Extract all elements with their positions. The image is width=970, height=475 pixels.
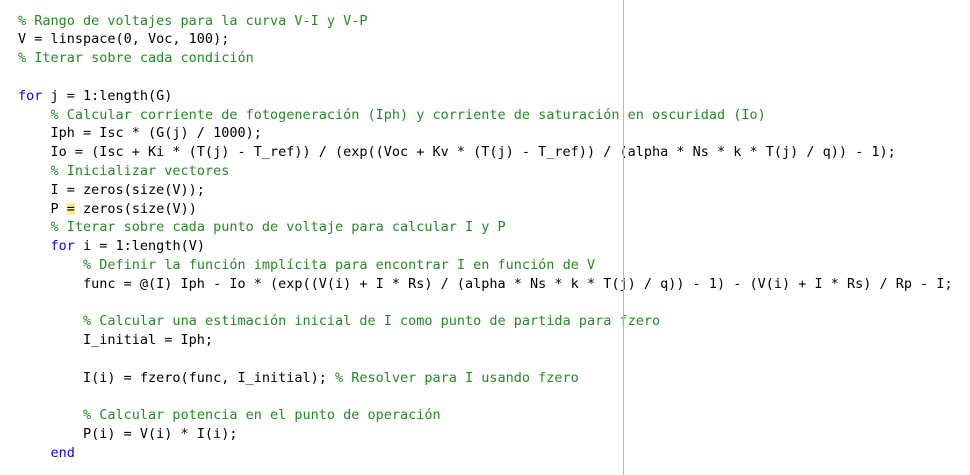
code-line[interactable]: end: [18, 444, 75, 463]
code-line[interactable]: I_initial = Iph;: [18, 331, 213, 350]
code-line[interactable]: I = zeros(size(V));: [18, 181, 205, 200]
code-text: func = @(I) Iph - Io * (exp((V(i) + I * …: [18, 275, 953, 292]
code-line[interactable]: % Iterar sobre cada punto de voltaje par…: [18, 218, 506, 237]
right-margin-line: [623, 0, 624, 475]
code-line[interactable]: I(i) = fzero(func, I_initial); % Resolve…: [18, 369, 579, 388]
code-keyword: end: [50, 444, 75, 461]
code-editor[interactable]: % Rango de voltajes para la curva V-I y …: [0, 0, 970, 475]
code-comment: % Calcular potencia en el punto de opera…: [83, 407, 441, 424]
code-line[interactable]: % Calcular corriente de fotogeneración (…: [18, 106, 766, 125]
text-cursor-highlight: =: [66, 200, 75, 217]
code-text: I_initial = Iph;: [18, 332, 214, 349]
code-line[interactable]: for j = 1:length(G): [18, 87, 172, 106]
code-line[interactable]: % Rango de voltajes para la curva V-I y …: [18, 12, 368, 31]
code-line[interactable]: % Calcular potencia en el punto de opera…: [18, 406, 441, 425]
code-line[interactable]: func = @(I) Iph - Io * (exp((V(i) + I * …: [18, 275, 953, 294]
code-comment: % Iterar sobre cada punto de voltaje par…: [50, 219, 506, 236]
code-keyword: for: [50, 238, 75, 255]
code-line[interactable]: for i = 1:length(V): [18, 237, 205, 256]
code-line[interactable]: % Definir la función implícita para enco…: [18, 256, 595, 275]
code-text: P(i) = V(i) * I(i);: [18, 426, 238, 443]
code-line[interactable]: P(i) = V(i) * I(i);: [18, 425, 237, 444]
code-line[interactable]: % Inicializar vectores: [18, 162, 230, 181]
code-text: P: [18, 200, 67, 217]
code-text: Iph = Isc * (G(j) / 1000);: [18, 125, 262, 142]
code-line[interactable]: Io = (Isc + Ki * (T(j) - T_ref)) / (exp(…: [18, 143, 896, 162]
code-text: j = 1:length(G): [42, 87, 173, 104]
code-comment: % Calcular una estimación inicial de I c…: [83, 313, 661, 330]
code-comment: % Calcular corriente de fotogeneración (…: [50, 106, 766, 123]
code-text: Io = (Isc + Ki * (T(j) - T_ref)) / (exp(…: [18, 144, 896, 161]
code-comment: % Definir la función implícita para enco…: [83, 256, 596, 273]
code-line[interactable]: % Iterar sobre cada condición: [18, 49, 254, 68]
code-comment: % Inicializar vectores: [50, 162, 230, 179]
code-line[interactable]: Iph = Isc * (G(j) / 1000);: [18, 124, 262, 143]
code-line[interactable]: V = linspace(0, Voc, 100);: [18, 30, 229, 49]
code-text: I = zeros(size(V));: [18, 181, 205, 198]
code-comment: % Iterar sobre cada condición: [18, 50, 254, 67]
code-text: zeros(size(V)): [74, 200, 197, 217]
code-text: I(i) = fzero(func, I_initial);: [18, 369, 335, 386]
code-text: i = 1:length(V): [74, 238, 205, 255]
code-line[interactable]: % Calcular una estimación inicial de I c…: [18, 312, 660, 331]
code-keyword: for: [18, 87, 43, 104]
code-comment: % Rango de voltajes para la curva V-I y …: [18, 12, 368, 29]
code-line[interactable]: P = zeros(size(V)): [18, 200, 197, 219]
code-text: V = linspace(0, Voc, 100);: [18, 31, 230, 48]
code-comment: % Resolver para I usando fzero: [334, 369, 579, 386]
